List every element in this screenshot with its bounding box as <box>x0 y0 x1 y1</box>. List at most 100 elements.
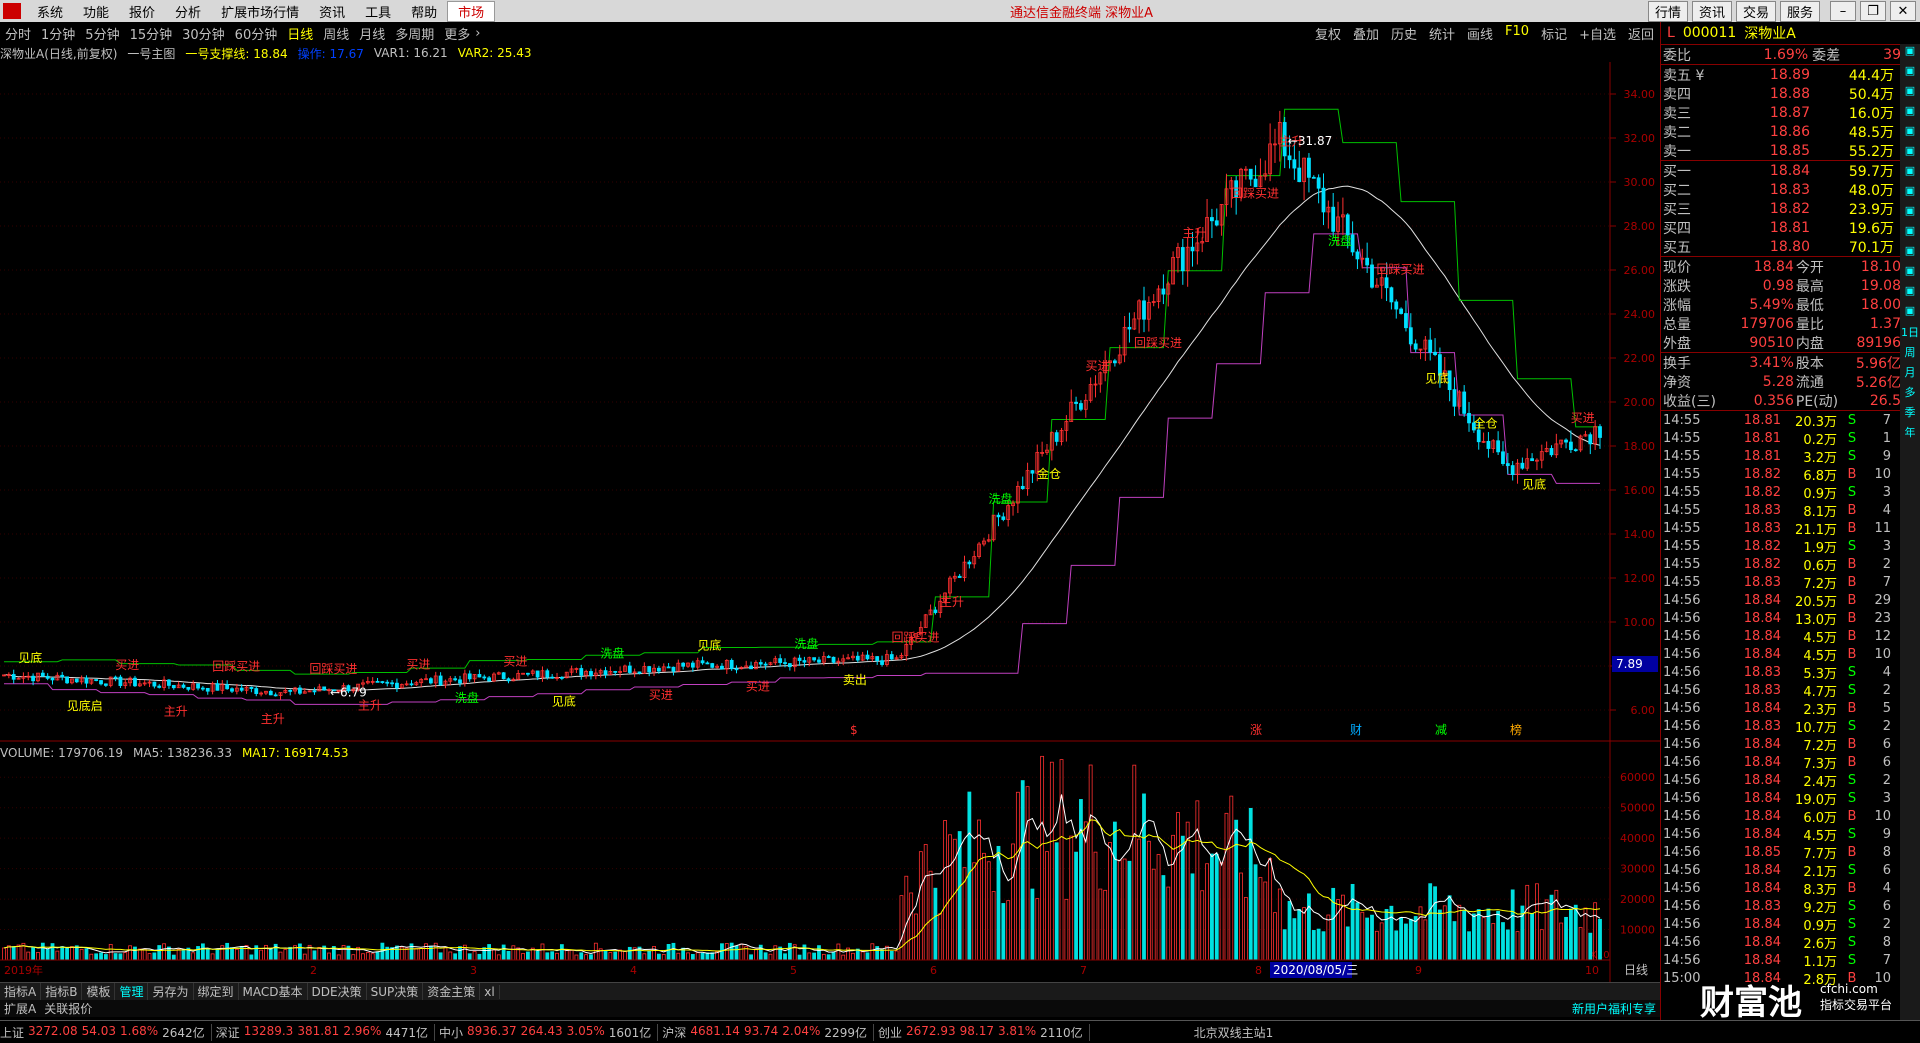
index-quote[interactable]: 上证 3272.08 54.03 1.68% 2642亿 <box>0 1023 212 1041</box>
btn-zixun[interactable]: 资讯 <box>1691 0 1732 22</box>
tab-dde[interactable]: DDE决策 <box>308 983 367 1000</box>
tab-macd[interactable]: MACD基本 <box>239 983 308 1000</box>
volume-bar <box>1277 888 1282 961</box>
volume-chart[interactable]: 600005000040000300002000010000X10 2019年2… <box>0 742 1660 982</box>
tab-sup[interactable]: SUP决策 <box>367 983 424 1000</box>
sidebar-tool-icon[interactable]: ▣ <box>1900 124 1920 144</box>
period-15min[interactable]: 15分钟 <box>125 24 178 43</box>
candle-body <box>1389 287 1394 303</box>
period-month[interactable]: 月线 <box>354 24 390 43</box>
index-quote[interactable]: 创业 2672.93 98.17 3.81% 2110亿 <box>878 1023 1090 1041</box>
chevron-right-icon[interactable]: › <box>475 26 480 41</box>
sidebar-tool-icon[interactable]: ▣ <box>1900 164 1920 184</box>
tool-fuquan[interactable]: 复权 <box>1309 24 1347 43</box>
time-tick-label: 6 <box>930 964 937 977</box>
menu-item-tools[interactable]: 工具 <box>355 2 401 21</box>
volume-bar <box>453 953 458 961</box>
btn-jiaoyi[interactable]: 交易 <box>1735 0 1776 22</box>
candle-body <box>690 662 695 668</box>
index-quote[interactable]: 深证 13289.3 381.81 2.96% 4471亿 <box>216 1023 435 1041</box>
index-quote[interactable]: 中小 8936.37 264.43 3.05% 1601亿 <box>439 1023 659 1041</box>
sidebar-tool-icon[interactable]: ▣ <box>1900 284 1920 304</box>
tab-xl[interactable]: xl <box>480 984 500 999</box>
sidebar-tool-icon[interactable]: ▣ <box>1900 224 1920 244</box>
period-30min[interactable]: 30分钟 <box>177 24 230 43</box>
price-tick-label: 12.00 <box>1624 572 1656 585</box>
volume-bar <box>288 946 293 961</box>
tool-tongji[interactable]: 统计 <box>1423 24 1461 43</box>
sidebar-tool-icon[interactable]: ▣ <box>1900 184 1920 204</box>
tool-biaoji[interactable]: 标记 <box>1535 24 1573 43</box>
tool-huaxian[interactable]: 画线 <box>1461 24 1499 43</box>
sidebar-period-item[interactable]: 季 <box>1900 404 1920 424</box>
tab-kuozhan-a[interactable]: 扩展A <box>0 1000 40 1017</box>
tab-zhibiao-a[interactable]: 指标A <box>0 983 42 1000</box>
sidebar-period-item[interactable]: 1日 <box>1900 324 1920 344</box>
period-1min[interactable]: 1分钟 <box>36 24 80 43</box>
btn-hangqing[interactable]: 行情 <box>1647 0 1688 22</box>
stat-row: 涨跌 0.98 最高 19.08 <box>1661 276 1901 295</box>
promo-link[interactable]: 新用户福利专享 <box>1568 1000 1660 1017</box>
sidebar-tool-icon[interactable]: ▣ <box>1900 44 1920 64</box>
tab-zijin[interactable]: 资金主策 <box>423 983 481 1000</box>
app-logo-icon <box>3 3 21 19</box>
tab-moban[interactable]: 模板 <box>82 983 116 1000</box>
period-week[interactable]: 周线 <box>318 24 354 43</box>
sidebar-period-item[interactable]: 月 <box>1900 364 1920 384</box>
signal-label: 卖出 <box>843 673 867 687</box>
volume-bar <box>545 952 550 961</box>
tool-zixuan[interactable]: +自选 <box>1573 24 1622 43</box>
vol-tick-label: 30000 <box>1620 863 1655 876</box>
volume-bar <box>870 943 875 961</box>
menu-item-market[interactable]: 市场 <box>447 0 496 22</box>
sidebar-tool-icon[interactable]: ▣ <box>1900 244 1920 264</box>
tool-f10[interactable]: F10 <box>1499 24 1535 43</box>
period-more[interactable]: 更多 <box>439 24 475 43</box>
period-5min[interactable]: 5分钟 <box>80 24 124 43</box>
candlestick-chart[interactable]: 34.00 32.00 30.00 28.00 26.00 24.00 22.00 20.00… <box>0 62 1660 742</box>
tick-list[interactable]: 14:55 18.81 20.3万 S 7 14:55 18.81 0.2万 S 1 14:55 18… <box>1661 410 1901 988</box>
minimize-icon[interactable]: – <box>1830 1 1856 21</box>
sidebar-period-item[interactable]: 多 <box>1900 384 1920 404</box>
volume-bar <box>579 952 584 961</box>
price-tick-label: 18.00 <box>1624 440 1656 453</box>
tab-lingcunwei[interactable]: 另存为 <box>148 983 194 1000</box>
volume-bar <box>1467 931 1471 961</box>
tool-fanhui[interactable]: 返回 <box>1622 24 1660 43</box>
candle-body <box>1408 327 1413 345</box>
close-icon[interactable]: ✕ <box>1890 1 1916 21</box>
period-60min[interactable]: 60分钟 <box>230 24 283 43</box>
stat-row-label: 最高 <box>1795 278 1824 295</box>
btn-fuwu[interactable]: 服务 <box>1779 0 1820 22</box>
sidebar-tool-icon[interactable]: ▣ <box>1900 264 1920 284</box>
sidebar-tool-icon[interactable]: ▣ <box>1900 104 1920 124</box>
menu-item-help[interactable]: 帮助 <box>401 2 447 21</box>
tool-lishi[interactable]: 历史 <box>1385 24 1423 43</box>
tab-guanlian[interactable]: 关联报价 <box>40 1000 96 1017</box>
tool-diejia[interactable]: 叠加 <box>1347 24 1385 43</box>
sidebar-period-item[interactable]: 年 <box>1900 424 1920 444</box>
menu-item-quote[interactable]: 报价 <box>119 2 165 21</box>
menu-item-news[interactable]: 资讯 <box>309 2 355 21</box>
candle-body <box>458 679 462 684</box>
server-name[interactable]: 北京双线主站1 <box>1094 1024 1274 1041</box>
menu-item-ext-market[interactable]: 扩展市场行情 <box>211 2 309 21</box>
tab-guanli[interactable]: 管理 <box>115 983 149 1000</box>
sidebar-tool-icon[interactable]: ▣ <box>1900 304 1920 324</box>
menu-item-function[interactable]: 功能 <box>73 2 119 21</box>
sidebar-tool-icon[interactable]: ▣ <box>1900 204 1920 224</box>
tab-bangdingdao[interactable]: 绑定到 <box>194 983 239 1000</box>
period-multi[interactable]: 多周期 <box>390 24 439 43</box>
sidebar-tool-icon[interactable]: ▣ <box>1900 144 1920 164</box>
sidebar-tool-icon[interactable]: ▣ <box>1900 64 1920 84</box>
restore-icon[interactable]: ❐ <box>1860 1 1886 21</box>
menu-item-system[interactable]: 系统 <box>27 2 73 21</box>
tab-zhibiao-b[interactable]: 指标B <box>41 983 83 1000</box>
menu-item-analysis[interactable]: 分析 <box>165 2 211 21</box>
period-day[interactable]: 日线 <box>282 24 318 43</box>
main-indicator-name[interactable]: 一号主图 <box>127 45 175 62</box>
sidebar-period-item[interactable]: 周 <box>1900 344 1920 364</box>
index-quote[interactable]: 沪深 4681.14 93.74 2.04% 2299亿 <box>662 1023 874 1041</box>
period-fenshi[interactable]: 分时 <box>0 24 36 43</box>
sidebar-tool-icon[interactable]: ▣ <box>1900 84 1920 104</box>
